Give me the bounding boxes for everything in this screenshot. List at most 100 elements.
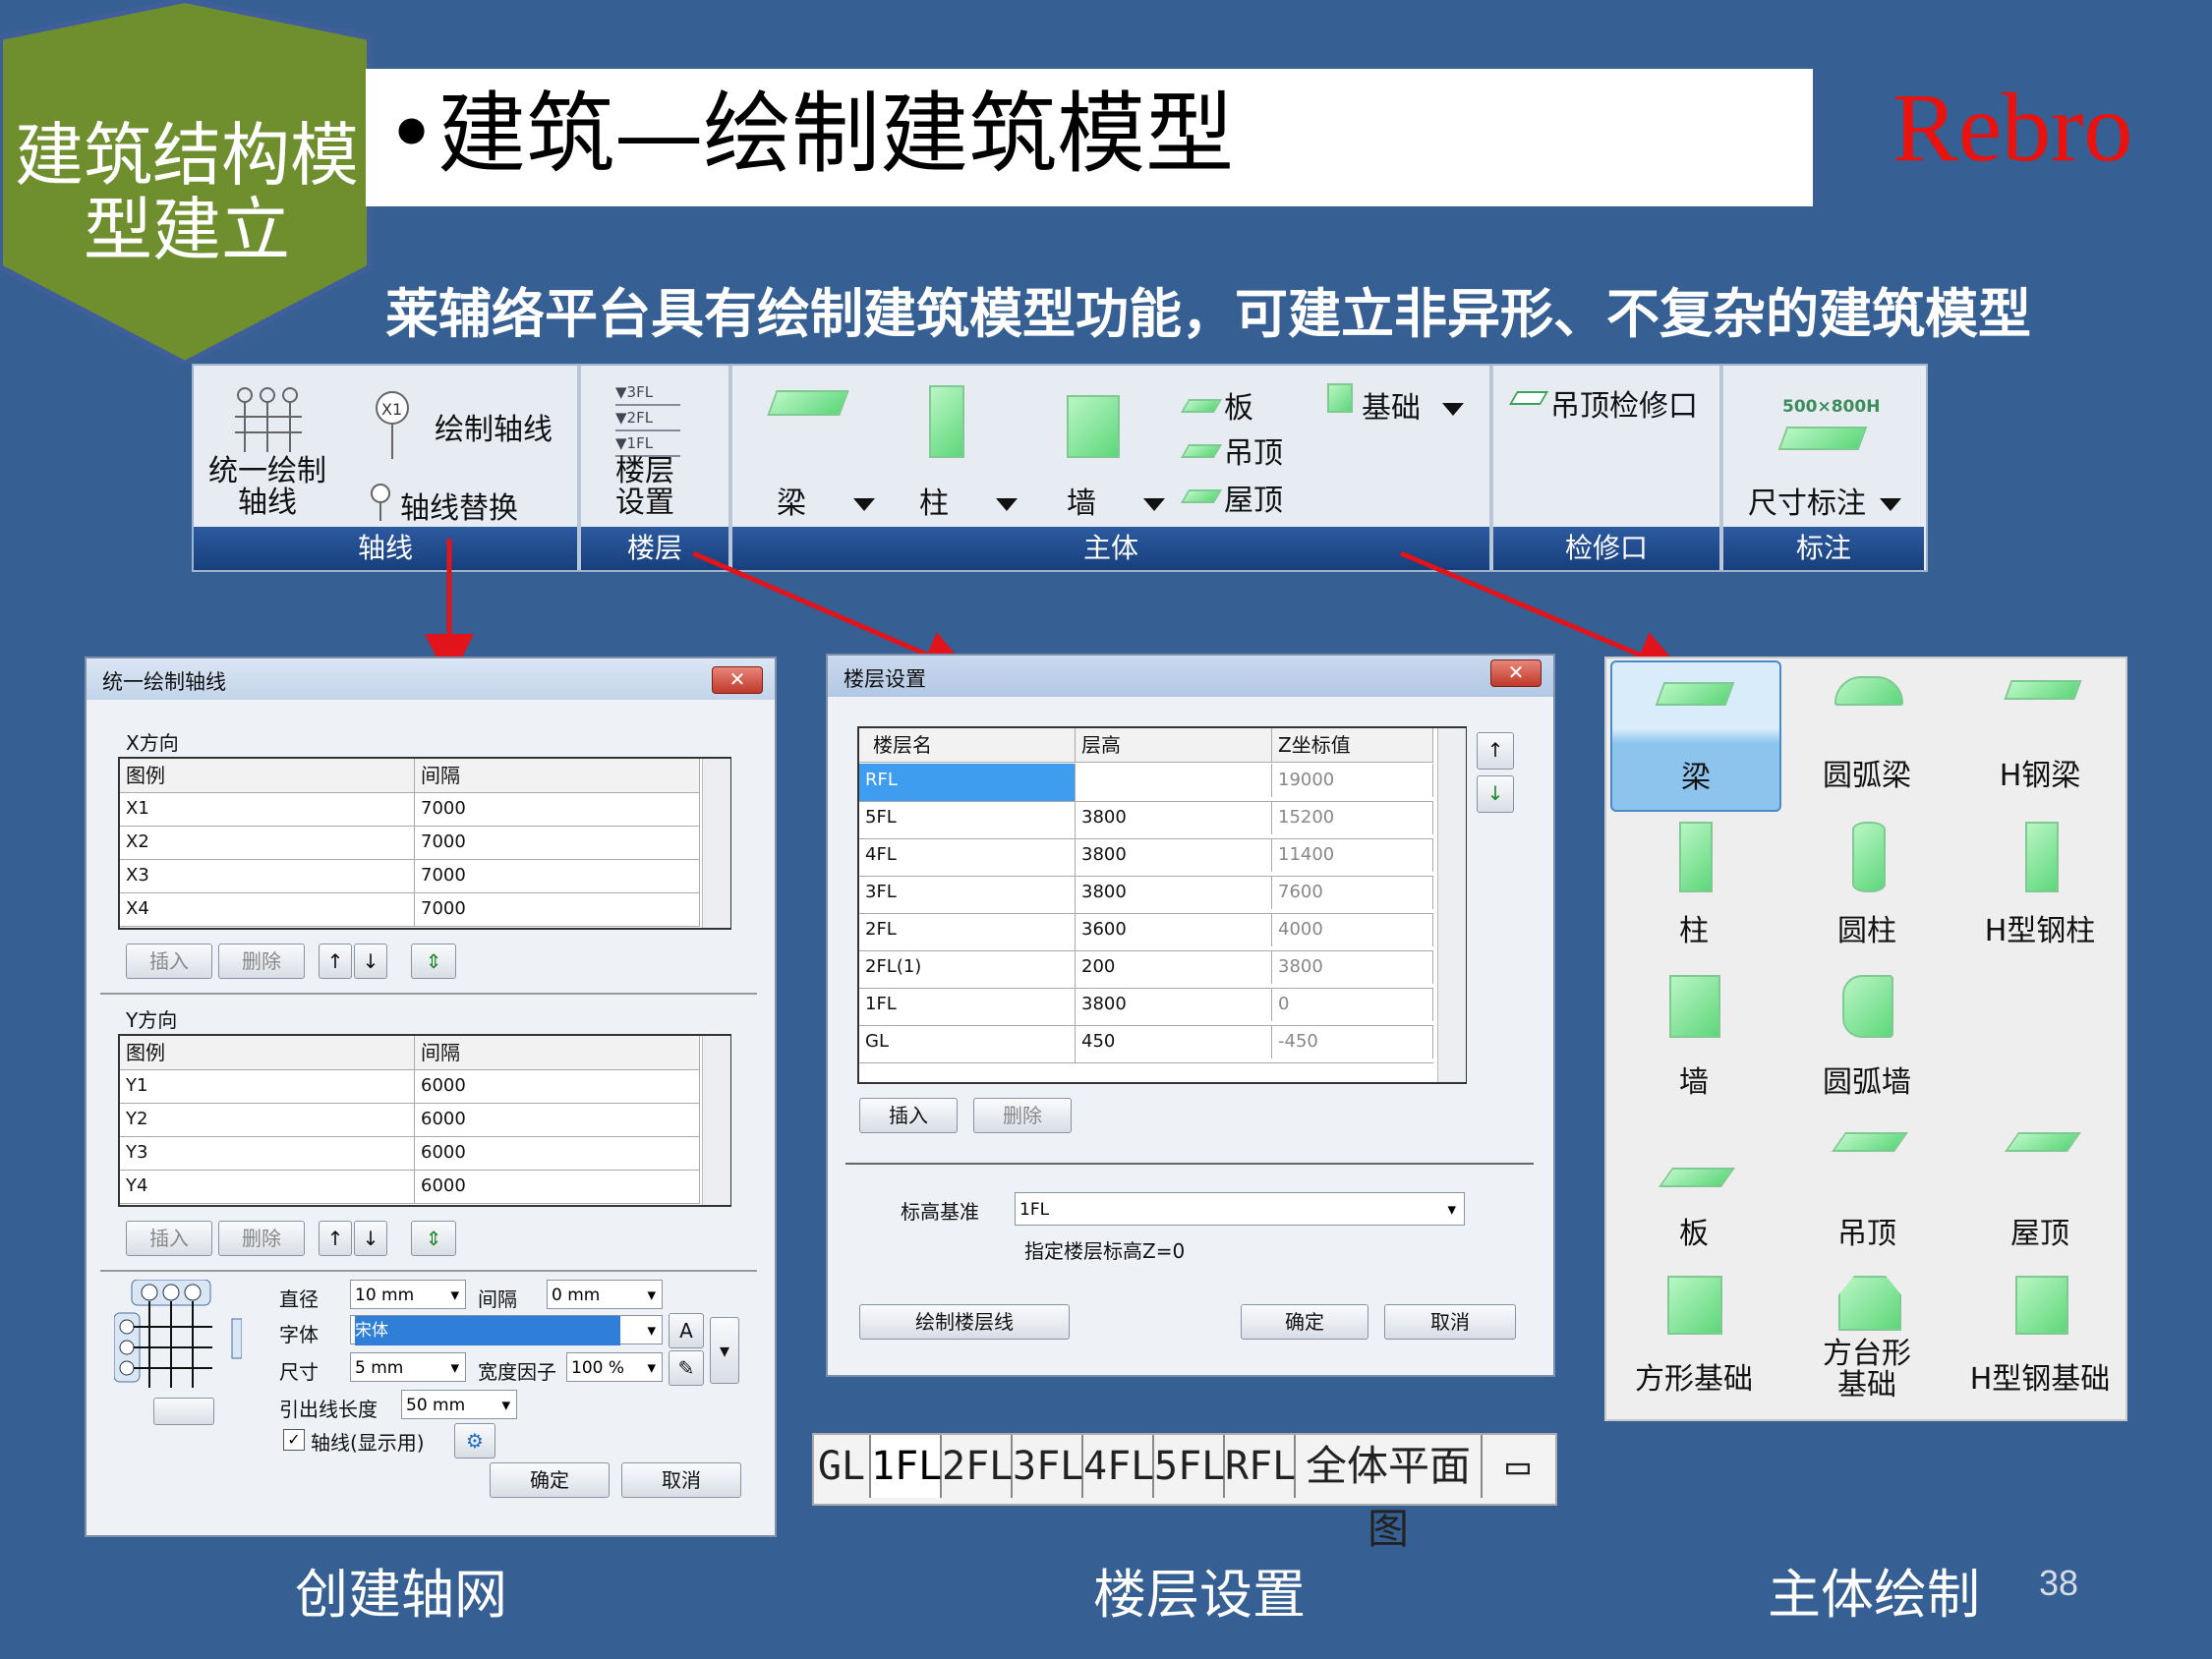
floor-table-scrollbar[interactable] — [1437, 728, 1466, 1082]
close-icon[interactable]: ✕ — [712, 666, 763, 694]
cell-floor-name[interactable]: RFL — [859, 764, 1076, 801]
cell-legend[interactable]: X2 — [120, 826, 415, 859]
x-move-down-icon[interactable]: ↓ — [354, 944, 387, 979]
cell-spacing[interactable]: 7000 — [415, 859, 700, 892]
y-move-down-icon[interactable]: ↓ — [354, 1221, 387, 1256]
table-row[interactable]: X3 7000 — [120, 859, 700, 893]
palette-h-steel-column[interactable]: H型钢柱 — [1956, 814, 2124, 961]
new-tab-icon[interactable]: ▭ — [1483, 1435, 1553, 1498]
cell-z-value[interactable]: 19000 — [1272, 764, 1433, 797]
y-delete-button[interactable]: 删除 — [218, 1221, 305, 1256]
table-row[interactable]: 5FL 3800 15200 — [859, 801, 1433, 839]
color-picker-icon[interactable]: ✎ — [669, 1350, 704, 1386]
cancel-button[interactable]: 取消 — [621, 1462, 741, 1498]
table-row[interactable]: X2 7000 — [120, 826, 700, 860]
table-row[interactable]: RFL 19000 — [859, 764, 1433, 802]
cell-z-value[interactable]: 7600 — [1272, 876, 1433, 909]
table-row[interactable]: Y4 6000 — [120, 1170, 700, 1204]
cell-spacing[interactable]: 6000 — [415, 1069, 700, 1103]
y-swap-icon[interactable]: ⇕ — [411, 1221, 456, 1256]
font-select[interactable]: 宋体 ▾ — [350, 1315, 663, 1345]
floor-delete-button[interactable]: 删除 — [973, 1098, 1072, 1133]
diameter-select[interactable]: 10 mm ▾ — [350, 1280, 466, 1309]
table-row[interactable]: Y2 6000 — [120, 1103, 700, 1137]
x-insert-button[interactable]: 插入 — [126, 944, 212, 979]
y-table-scrollbar[interactable] — [702, 1036, 730, 1205]
cell-legend[interactable]: Y1 — [120, 1069, 415, 1103]
move-down-icon[interactable]: ↓ — [1477, 775, 1514, 813]
cancel-button[interactable]: 取消 — [1384, 1304, 1516, 1340]
cell-legend[interactable]: Y2 — [120, 1103, 415, 1136]
tab-5fl[interactable]: 5FL — [1154, 1435, 1225, 1498]
palette-h-steel-foundation[interactable]: H型钢基础 — [1956, 1272, 2124, 1419]
close-icon[interactable]: ✕ — [1490, 659, 1542, 687]
palette-round-column[interactable]: 圆柱 — [1783, 814, 1950, 961]
palette-column[interactable]: 柱 — [1610, 814, 1777, 961]
more-options-chevron-icon[interactable]: ▾ — [710, 1317, 739, 1384]
cell-spacing[interactable]: 7000 — [415, 892, 700, 926]
palette-square-foundation[interactable]: 方形基础 — [1610, 1272, 1777, 1419]
cell-floor-height[interactable]: 3600 — [1076, 913, 1272, 946]
x-delete-button[interactable]: 删除 — [218, 944, 305, 979]
palette-beam[interactable]: 梁 — [1610, 660, 1781, 812]
cell-spacing[interactable]: 7000 — [415, 792, 700, 826]
cell-floor-height[interactable]: 450 — [1076, 1025, 1272, 1058]
cell-floor-name[interactable]: 5FL — [859, 801, 1076, 838]
palette-arc-beam[interactable]: 圆弧梁 — [1783, 660, 1950, 808]
cell-spacing[interactable]: 6000 — [415, 1170, 700, 1203]
palette-roof[interactable]: 屋顶 — [1956, 1118, 2124, 1266]
tab-4fl[interactable]: 4FL — [1083, 1435, 1154, 1498]
cell-floor-name[interactable]: 2FL(1) — [859, 950, 1076, 988]
y-move-up-icon[interactable]: ↑ — [319, 1221, 352, 1256]
cell-floor-height[interactable]: 3800 — [1076, 838, 1272, 872]
table-row[interactable]: GL 450 -450 — [859, 1025, 1433, 1063]
palette-ceiling[interactable]: 吊顶 — [1783, 1118, 1950, 1266]
cell-spacing[interactable]: 6000 — [415, 1103, 700, 1136]
table-row[interactable]: X4 7000 — [120, 892, 700, 927]
cell-z-value[interactable]: 4000 — [1272, 913, 1433, 946]
tab-1fl[interactable]: 1FL — [871, 1435, 942, 1498]
palette-platform-foundation[interactable]: 方台形 基础 — [1783, 1272, 1950, 1419]
cell-spacing[interactable]: 7000 — [415, 826, 700, 859]
font-style-icon[interactable]: A — [669, 1313, 704, 1348]
cell-floor-height[interactable]: 3800 — [1076, 801, 1272, 834]
x-move-up-icon[interactable]: ↑ — [319, 944, 352, 979]
size-select[interactable]: 5 mm ▾ — [350, 1352, 466, 1382]
ok-button[interactable]: 确定 — [490, 1462, 610, 1498]
axis-display-checkbox[interactable]: ✓ — [283, 1429, 305, 1451]
cell-z-value[interactable]: 0 — [1272, 988, 1433, 1021]
cell-floor-height[interactable]: 200 — [1076, 950, 1272, 984]
gap-select[interactable]: 0 mm ▾ — [547, 1280, 663, 1309]
floor-insert-button[interactable]: 插入 — [859, 1098, 958, 1133]
table-row[interactable]: Y3 6000 — [120, 1136, 700, 1171]
tab-rfl[interactable]: RFL — [1225, 1435, 1296, 1498]
tab-2fl[interactable]: 2FL — [942, 1435, 1013, 1498]
table-row[interactable]: 1FL 3800 0 — [859, 988, 1433, 1026]
cell-z-value[interactable]: 15200 — [1272, 801, 1433, 834]
cell-floor-height[interactable] — [1076, 764, 1272, 797]
draw-floor-lines-button[interactable]: 绘制楼层线 — [859, 1304, 1070, 1340]
move-up-icon[interactable]: ↑ — [1477, 732, 1514, 770]
table-row[interactable]: 2FL(1) 200 3800 — [859, 950, 1433, 989]
preview-toggle-button[interactable] — [153, 1398, 214, 1425]
cell-floor-height[interactable]: 3800 — [1076, 876, 1272, 909]
x-table-scrollbar[interactable] — [702, 759, 730, 928]
x-swap-icon[interactable]: ⇕ — [411, 944, 456, 979]
table-row[interactable]: 3FL 3800 7600 — [859, 876, 1433, 914]
ok-button[interactable]: 确定 — [1241, 1304, 1368, 1340]
cell-legend[interactable]: X4 — [120, 892, 415, 926]
cell-z-value[interactable]: -450 — [1272, 1025, 1433, 1058]
cell-legend[interactable]: X1 — [120, 792, 415, 826]
settings-gear-icon[interactable]: ⚙ — [454, 1423, 495, 1459]
tab-all-floors[interactable]: 全体平面图 — [1296, 1435, 1483, 1553]
width-factor-select[interactable]: 100 % ▾ — [566, 1352, 663, 1382]
cell-legend[interactable]: X3 — [120, 859, 415, 892]
table-row[interactable]: 2FL 3600 4000 — [859, 913, 1433, 951]
table-row[interactable]: Y1 6000 — [120, 1069, 700, 1104]
cell-z-value[interactable]: 3800 — [1272, 950, 1433, 984]
cell-floor-name[interactable]: 2FL — [859, 913, 1076, 950]
cell-floor-name[interactable]: 3FL — [859, 876, 1076, 913]
tab-3fl[interactable]: 3FL — [1013, 1435, 1083, 1498]
cell-legend[interactable]: Y3 — [120, 1136, 415, 1170]
palette-h-steel-beam[interactable]: H钢梁 — [1956, 660, 2124, 808]
